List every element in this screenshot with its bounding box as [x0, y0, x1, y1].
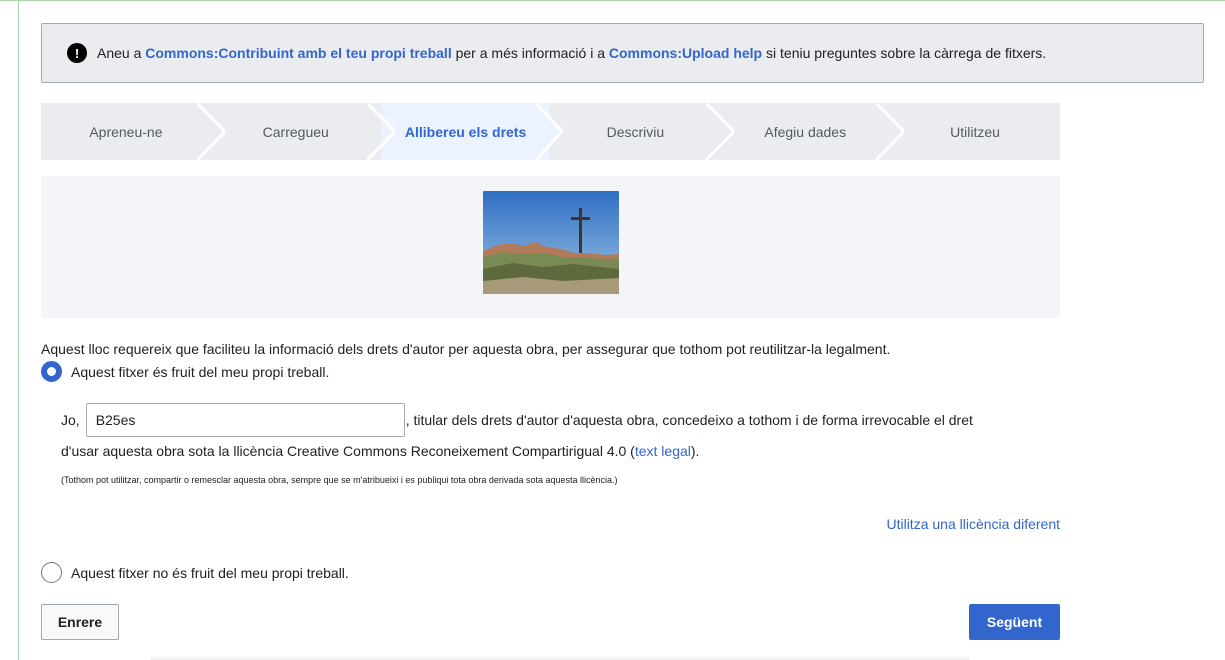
notice-text: Aneu a Commons:Contribuint amb el teu pr…: [97, 45, 1047, 61]
step-separator: [366, 103, 395, 160]
back-button[interactable]: Enrere: [41, 604, 119, 640]
step-label: Carregueu: [262, 123, 329, 140]
step-learn: Apreneu-ne: [41, 103, 225, 160]
not-own-work-radio[interactable]: [41, 562, 62, 583]
alt-license-container: Utilitza una llicència diferent: [886, 516, 1060, 532]
not-own-work-option[interactable]: Aquest fitxer no és fruit del meu propi …: [41, 562, 349, 583]
rights-intro-text: Aquest lloc requereix que faciliteu la i…: [41, 341, 891, 357]
footer-shadow: [150, 655, 970, 660]
license-note: (Tothom pot utilitzar, compartir o remes…: [61, 475, 618, 485]
step-describe: Descriviu: [550, 103, 735, 160]
author-name-input[interactable]: [85, 403, 405, 437]
uploaded-image-thumbnail: [483, 191, 619, 294]
license-statement: Jo, , titular dels drets d'autor d'aques…: [61, 403, 973, 437]
license-prefix: Jo,: [61, 412, 80, 428]
step-upload: Carregueu: [211, 103, 395, 160]
step-separator: [196, 103, 225, 160]
step-label: Apreneu-ne: [89, 123, 163, 140]
own-work-radio[interactable]: [41, 361, 62, 382]
step-separator: [536, 103, 565, 160]
license-statement-line2: d'usar aquesta obra sota la llicència Cr…: [61, 443, 699, 459]
contributing-own-work-link[interactable]: Commons:Contribuint amb el teu propi tre…: [145, 45, 451, 61]
license-suffix: , titular dels drets d'autor d'aquesta o…: [405, 412, 973, 428]
step-use: Utilitzeu: [890, 103, 1060, 160]
own-work-option[interactable]: Aquest fitxer és fruit del meu propi tre…: [41, 361, 329, 382]
use-different-license-link[interactable]: Utilitza una llicència diferent: [886, 516, 1060, 532]
step-separator: [876, 103, 905, 160]
step-release-rights: Allibereu els drets: [380, 103, 565, 160]
landscape-cross-image: [483, 191, 619, 294]
legal-text-link[interactable]: text legal: [635, 443, 691, 459]
step-label: Utilitzeu: [950, 123, 1000, 140]
page-border-left: [18, 0, 19, 660]
step-label: Descriviu: [606, 123, 665, 140]
file-preview-area: [41, 176, 1060, 318]
not-own-work-label[interactable]: Aquest fitxer no és fruit del meu propi …: [71, 565, 349, 581]
step-label: Allibereu els drets: [404, 123, 527, 140]
license-text-end: ).: [690, 443, 700, 459]
own-work-label[interactable]: Aquest fitxer és fruit del meu propi tre…: [71, 364, 329, 380]
step-add-data: Afegiu dades: [720, 103, 905, 160]
license-text: d'usar aquesta obra sota la llicència Cr…: [61, 443, 635, 459]
step-separator: [706, 103, 735, 160]
step-label: Afegiu dades: [764, 123, 847, 140]
info-notice: ! Aneu a Commons:Contribuint amb el teu …: [41, 23, 1204, 83]
exclamation-icon: !: [67, 43, 87, 63]
upload-help-link[interactable]: Commons:Upload help: [609, 45, 762, 61]
next-button[interactable]: Següent: [969, 604, 1060, 640]
page-border: [0, 0, 1225, 1]
upload-wizard-steps: Apreneu-ne Carregueu Allibereu els drets…: [41, 103, 1060, 160]
